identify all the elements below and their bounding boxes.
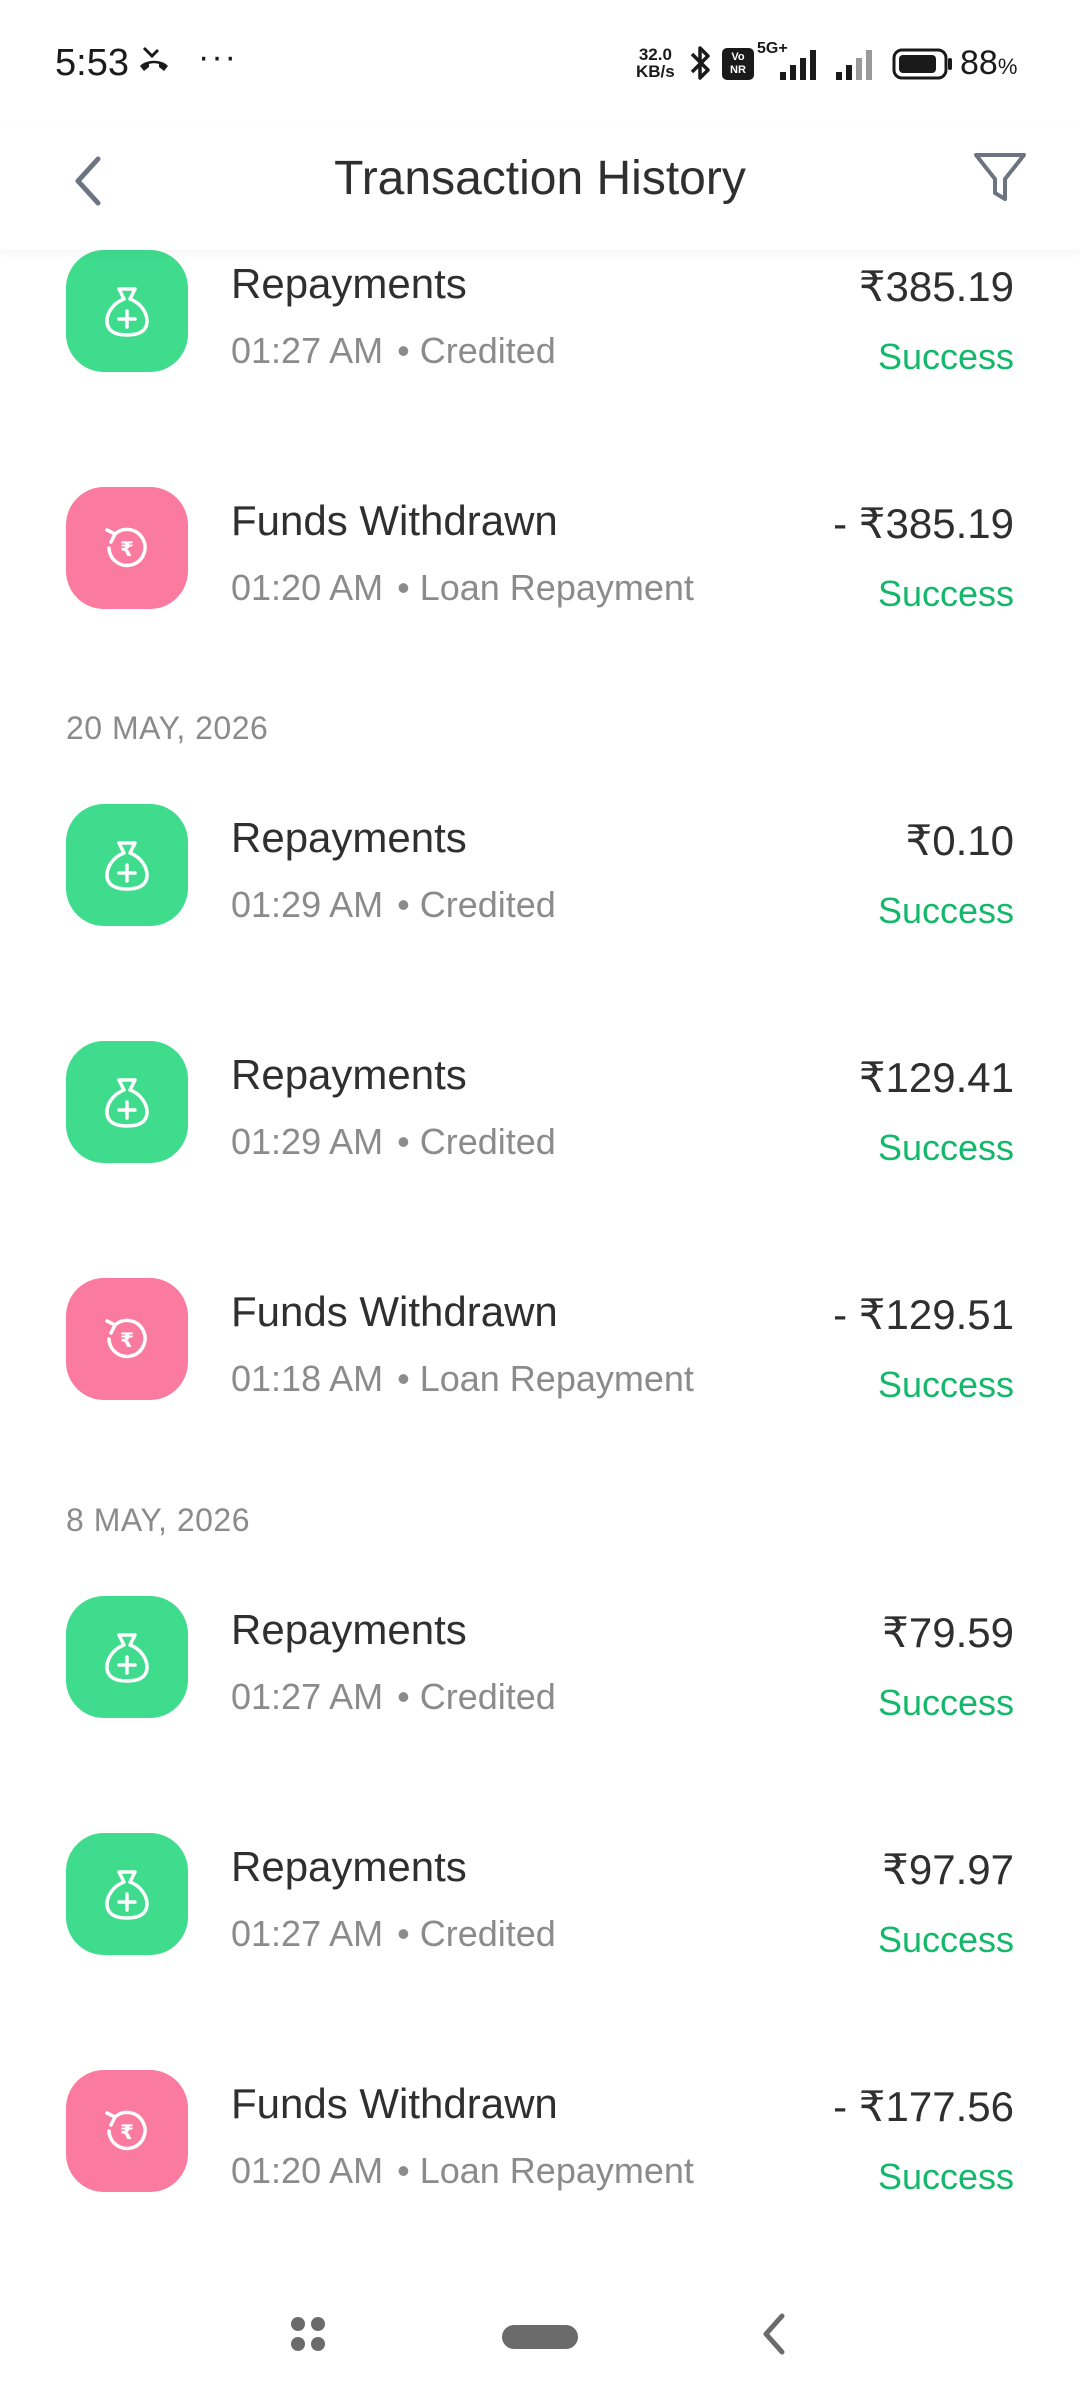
rupee-refund-icon: ₹ bbox=[66, 487, 188, 609]
transaction-meta: 01:20 AM • Loan Repayment bbox=[231, 2150, 694, 2191]
signal-strength-icon bbox=[780, 50, 816, 80]
transaction-amount: - ₹129.51 bbox=[833, 1291, 1014, 1338]
volte-badge: Vo NR bbox=[722, 48, 754, 80]
transaction-title: Repayments bbox=[231, 260, 467, 307]
app-header: Transaction History bbox=[0, 125, 1080, 250]
transaction-item[interactable]: Repayments 01:29 AM • Credited ₹129.41 Suc… bbox=[0, 1041, 1080, 1241]
transaction-title: Funds Withdrawn bbox=[231, 1288, 558, 1335]
signal-strength-secondary-icon bbox=[836, 50, 872, 80]
transaction-amount: - ₹177.56 bbox=[833, 2083, 1014, 2130]
date-header: 8 MAY, 2026 bbox=[66, 1502, 250, 1538]
transaction-status: Success bbox=[877, 1682, 1014, 1723]
system-nav-bar bbox=[0, 2270, 1080, 2400]
system-back-icon[interactable] bbox=[758, 2310, 790, 2358]
transaction-amount: ₹0.10 bbox=[905, 817, 1014, 864]
transaction-status: Success bbox=[877, 1919, 1014, 1960]
rupee-refund-icon: ₹ bbox=[66, 2070, 188, 2192]
transaction-meta: 01:27 AM • Credited bbox=[231, 330, 556, 371]
money-bag-plus-icon bbox=[66, 1041, 188, 1163]
transaction-meta: 01:29 AM • Credited bbox=[231, 884, 556, 925]
transaction-title: Funds Withdrawn bbox=[231, 497, 558, 544]
transaction-meta: 01:18 AM • Loan Repayment bbox=[231, 1358, 694, 1399]
battery-percent: 88% bbox=[960, 44, 1018, 82]
transaction-item[interactable]: Repayments 01:27 AM • Credited ₹385.19 Suc… bbox=[0, 250, 1080, 450]
transaction-status: Success bbox=[877, 336, 1014, 377]
transaction-item[interactable]: Repayments 01:27 AM • Credited ₹79.59 Succ… bbox=[0, 1596, 1080, 1796]
transaction-meta: 01:20 AM • Loan Repayment bbox=[231, 567, 694, 608]
transaction-item[interactable]: ₹ Funds Withdrawn 01:18 AM • Loan Repaymen… bbox=[0, 1278, 1080, 1478]
transaction-title: Repayments bbox=[231, 1051, 467, 1098]
money-bag-plus-icon bbox=[66, 250, 188, 372]
transaction-item[interactable]: Repayments 01:27 AM • Credited ₹97.97 Succ… bbox=[0, 1833, 1080, 2033]
svg-text:₹: ₹ bbox=[120, 1328, 134, 1352]
transaction-status: Success bbox=[877, 2156, 1014, 2197]
transaction-status: Success bbox=[877, 1364, 1014, 1405]
transaction-title: Repayments bbox=[231, 1606, 467, 1653]
transaction-amount: ₹129.41 bbox=[858, 1054, 1014, 1101]
transaction-status: Success bbox=[877, 1127, 1014, 1168]
transaction-meta: 01:27 AM • Credited bbox=[231, 1913, 556, 1954]
svg-text:₹: ₹ bbox=[120, 537, 134, 561]
transaction-amount: ₹385.19 bbox=[858, 263, 1014, 310]
transaction-status: Success bbox=[877, 890, 1014, 931]
date-header: 20 MAY, 2026 bbox=[66, 710, 269, 746]
money-bag-plus-icon bbox=[66, 804, 188, 926]
money-bag-plus-icon bbox=[66, 1596, 188, 1718]
status-time: 5:53 bbox=[55, 42, 129, 84]
network-speed: 32.0 KB/s bbox=[636, 46, 675, 80]
home-button[interactable] bbox=[502, 2325, 578, 2349]
rupee-refund-icon: ₹ bbox=[66, 1278, 188, 1400]
network-speed-unit: KB/s bbox=[636, 62, 675, 81]
status-bar: 5:53 ··· 32.0 KB/s Vo NR 5G+ 88% bbox=[0, 0, 1080, 125]
bluetooth-icon bbox=[690, 46, 710, 80]
transaction-meta: 01:29 AM • Credited bbox=[231, 1121, 556, 1162]
page-title: Transaction History bbox=[334, 152, 746, 205]
transaction-title: Repayments bbox=[231, 814, 467, 861]
transaction-item[interactable]: ₹ Funds Withdrawn 01:20 AM • Loan Repaymen… bbox=[0, 2070, 1080, 2270]
money-bag-plus-icon bbox=[66, 1833, 188, 1955]
more-notifications-icon: ··· bbox=[198, 38, 238, 76]
recent-apps-icon[interactable] bbox=[288, 2314, 328, 2354]
transaction-amount: ₹79.59 bbox=[882, 1609, 1014, 1656]
transaction-item[interactable]: Repayments 01:29 AM • Credited ₹0.10 Succe… bbox=[0, 804, 1080, 1004]
battery-icon bbox=[892, 48, 952, 80]
network-speed-value: 32.0 bbox=[638, 45, 672, 64]
transaction-item[interactable]: ₹ Funds Withdrawn 01:20 AM • Loan Repaymen… bbox=[0, 487, 1080, 687]
transaction-amount: - ₹385.19 bbox=[833, 500, 1014, 547]
transaction-amount: ₹97.97 bbox=[882, 1846, 1014, 1893]
transaction-list[interactable]: Repayments 01:27 AM • Credited ₹385.19 Suc… bbox=[0, 230, 1080, 2270]
filter-icon[interactable] bbox=[970, 145, 1030, 209]
missed-call-icon bbox=[140, 46, 168, 71]
transaction-title: Funds Withdrawn bbox=[231, 2080, 558, 2127]
svg-text:₹: ₹ bbox=[120, 2120, 134, 2144]
transaction-title: Repayments bbox=[231, 1843, 467, 1890]
transaction-meta: 01:27 AM • Credited bbox=[231, 1676, 556, 1717]
transaction-status: Success bbox=[877, 573, 1014, 614]
